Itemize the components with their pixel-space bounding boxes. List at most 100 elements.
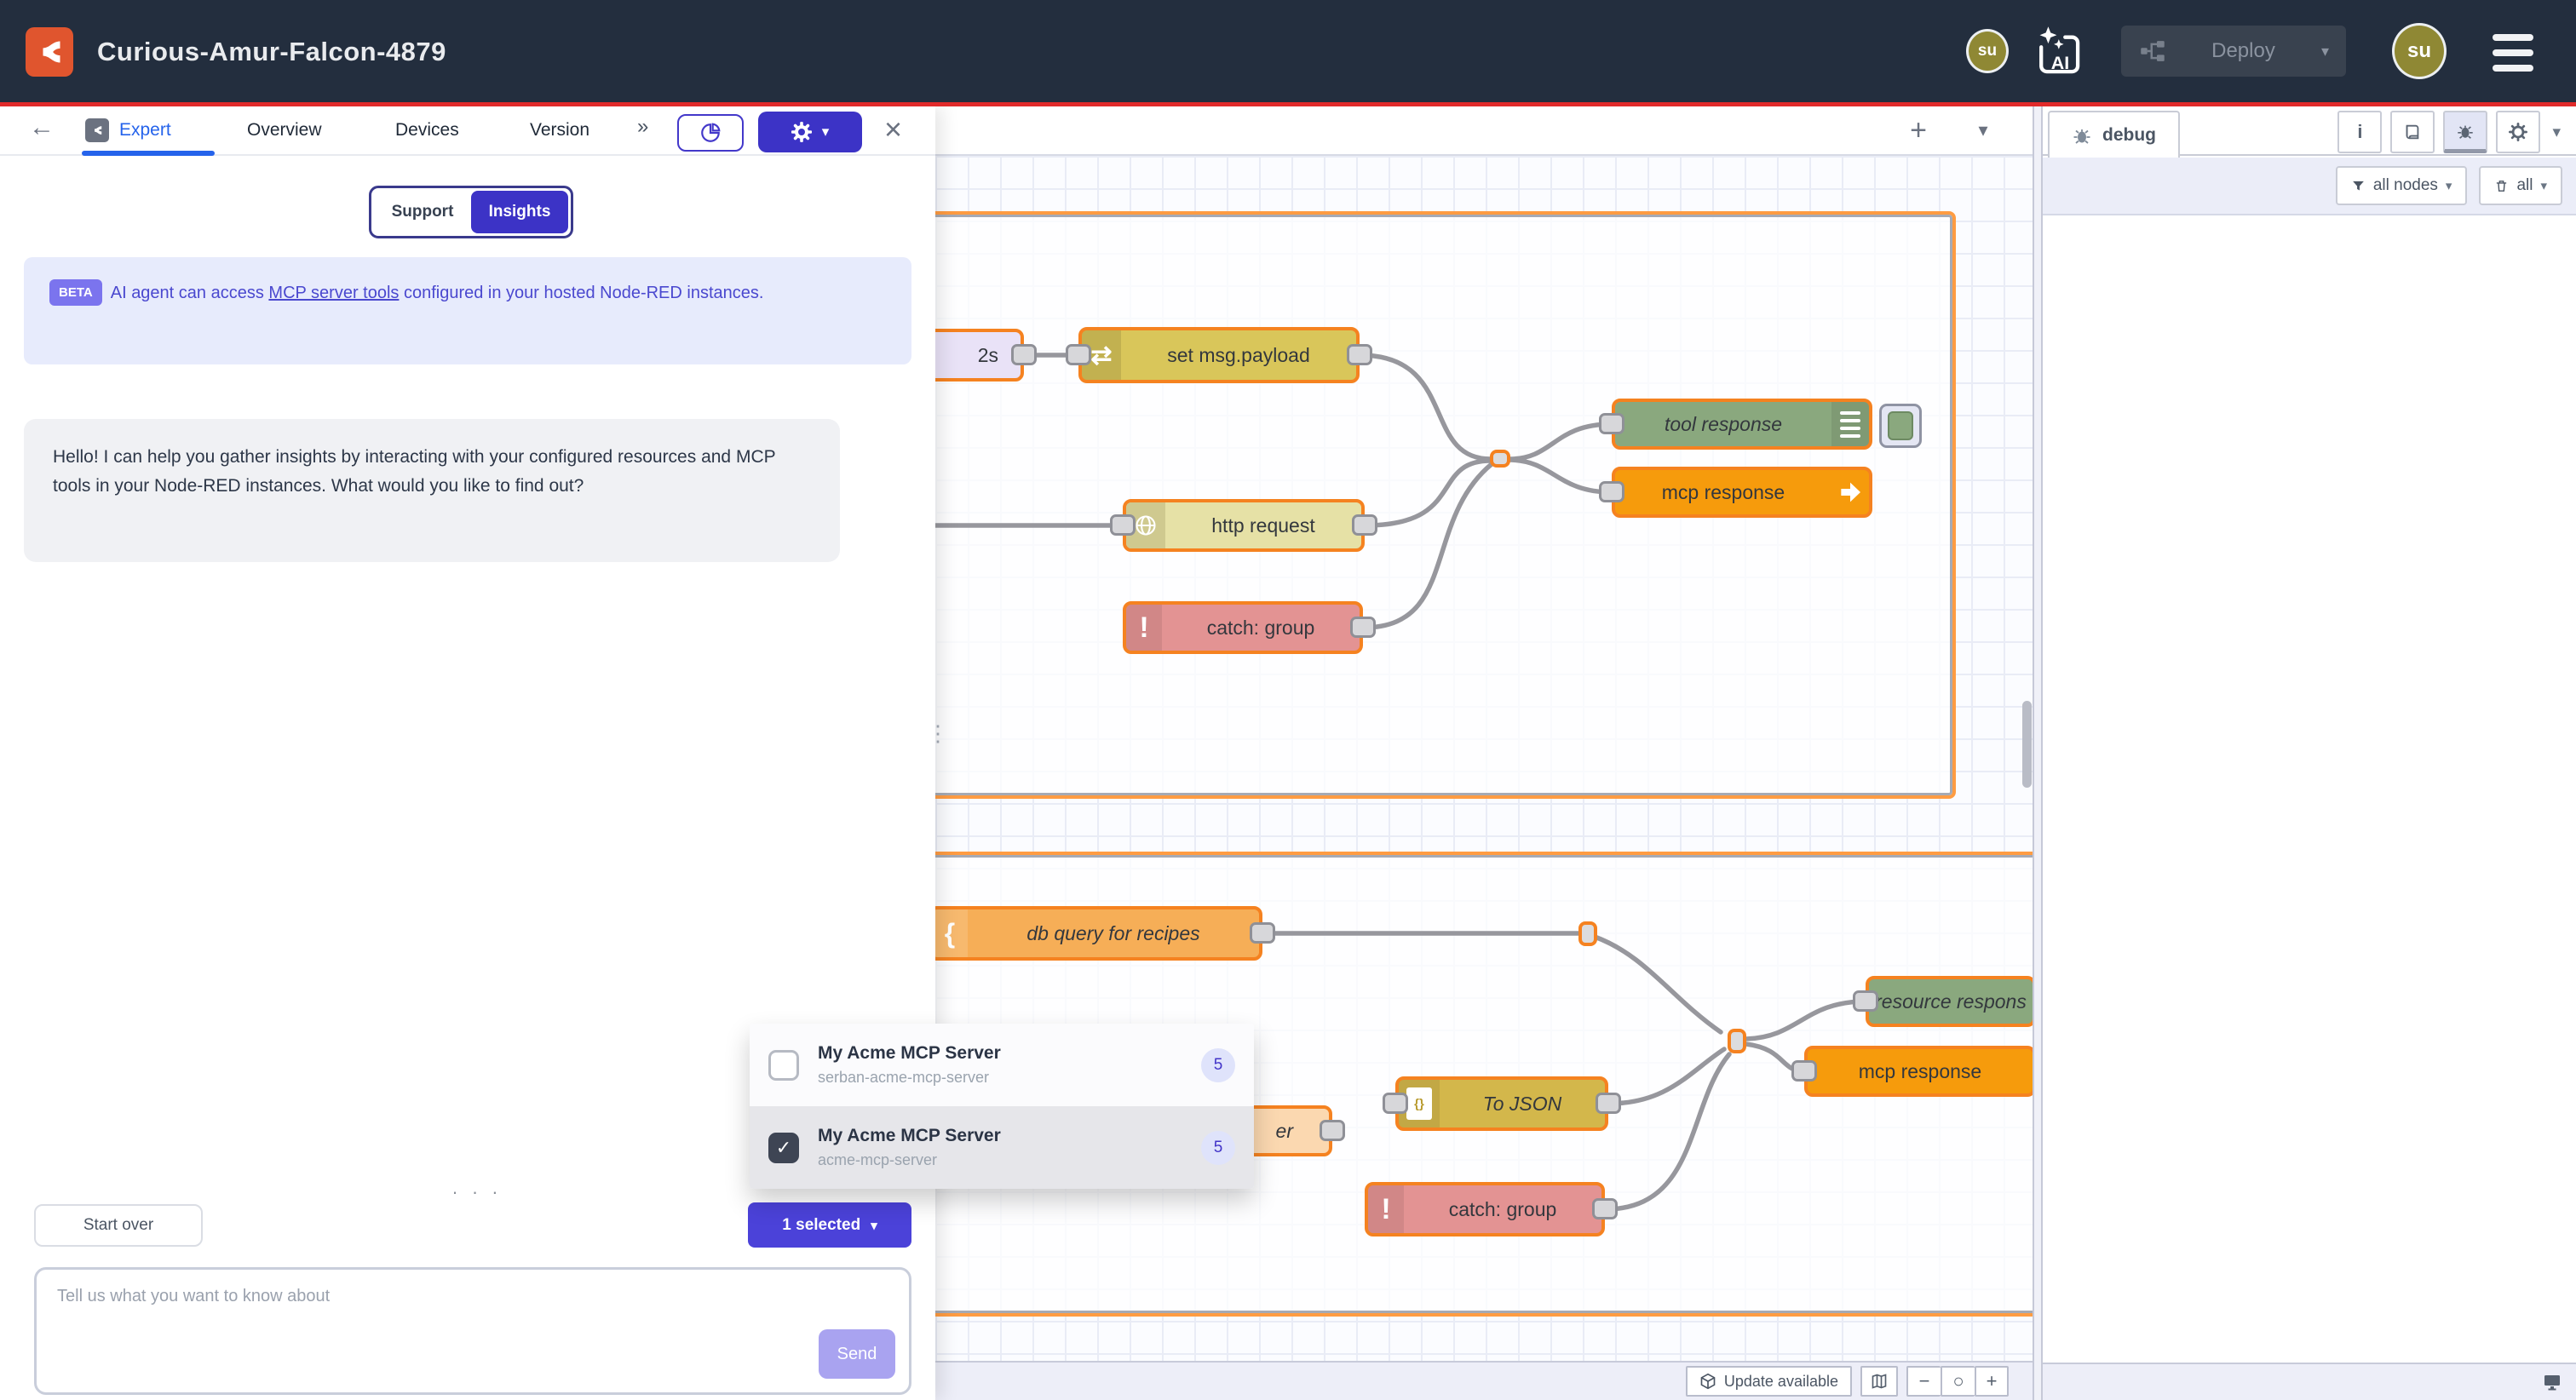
toggle-support[interactable]: Support bbox=[374, 191, 471, 233]
node-mcp-response-top[interactable]: mcp response bbox=[1612, 467, 1872, 518]
send-button[interactable]: Send bbox=[819, 1329, 895, 1379]
selected-servers-dropdown-button[interactable]: 1 selected ▾ bbox=[748, 1202, 911, 1248]
instance-title: Curious-Amur-Falcon-4879 bbox=[97, 0, 446, 103]
update-available-button[interactable]: Update available bbox=[1686, 1366, 1852, 1397]
node-change-set-msg-payload[interactable]: ⇄ set msg.payload bbox=[1078, 327, 1360, 383]
insights-chart-button[interactable] bbox=[677, 114, 744, 152]
assistant-settings-button[interactable]: ▾ bbox=[758, 112, 862, 152]
user-avatar-initials: su bbox=[2407, 39, 2431, 63]
mcp-server-option-text: My Acme MCP Server serban-acme-mcp-serve… bbox=[818, 1043, 1201, 1087]
mcp-server-title: My Acme MCP Server bbox=[818, 1126, 1201, 1146]
debug-sidebar-button[interactable] bbox=[2443, 111, 2487, 153]
port-out-to-json[interactable] bbox=[1596, 1093, 1621, 1114]
package-icon bbox=[1699, 1373, 1716, 1390]
bug-icon bbox=[2072, 125, 2092, 146]
brace-icon: { bbox=[935, 909, 968, 957]
port-out-catch-top[interactable] bbox=[1350, 617, 1376, 638]
debug-clear-button[interactable]: all ▾ bbox=[2479, 166, 2562, 205]
toggle-insights[interactable]: Insights bbox=[471, 191, 568, 233]
node-label: resource respons bbox=[1869, 990, 2033, 1013]
wire-junction-bottom-1[interactable] bbox=[1578, 921, 1597, 946]
deploy-caret-icon[interactable]: ▾ bbox=[2321, 43, 2329, 60]
debug-lines-icon bbox=[1831, 402, 1869, 446]
sidebar-menu-caret[interactable]: ▾ bbox=[2552, 123, 2561, 142]
zoom-reset-button[interactable]: ○ bbox=[1941, 1366, 1975, 1397]
node-label: mcp response bbox=[1808, 1060, 2033, 1083]
sidebar-splitter[interactable] bbox=[2033, 106, 2043, 1400]
node-catch-group-top[interactable]: ! catch: group bbox=[1123, 601, 1363, 654]
port-in-resource-response[interactable] bbox=[1853, 990, 1878, 1012]
add-flow-button[interactable]: + bbox=[1900, 112, 1937, 149]
wire-junction-top[interactable] bbox=[1490, 450, 1510, 468]
port-in-tool-response[interactable] bbox=[1599, 413, 1624, 434]
ai-assistant-button[interactable]: AI bbox=[2029, 24, 2087, 80]
checkbox-checked[interactable]: ✓ bbox=[768, 1133, 799, 1163]
presence-avatar-initials: su bbox=[1978, 42, 1997, 60]
toggle-support-label: Support bbox=[392, 203, 454, 221]
tab-overview[interactable]: Overview bbox=[247, 106, 322, 154]
ai-badge-text: AI bbox=[2051, 53, 2069, 73]
node-to-json[interactable]: {} To JSON bbox=[1395, 1076, 1608, 1131]
deploy-button[interactable]: Deploy ▾ bbox=[2121, 26, 2346, 77]
update-available-label: Update available bbox=[1724, 1373, 1838, 1391]
node-catch-group-bottom[interactable]: ! catch: group bbox=[1365, 1182, 1605, 1236]
mcp-server-option-1[interactable]: My Acme MCP Server serban-acme-mcp-serve… bbox=[750, 1024, 1254, 1106]
tab-expert[interactable]: Expert bbox=[85, 106, 171, 154]
close-panel-button[interactable]: × bbox=[884, 112, 902, 147]
zoom-out-button[interactable]: − bbox=[1906, 1366, 1941, 1397]
tool-count-badge: 5 bbox=[1201, 1131, 1235, 1165]
port-out-catch-bottom[interactable] bbox=[1592, 1198, 1618, 1219]
port-in-to-json[interactable] bbox=[1383, 1093, 1408, 1114]
tab-devices[interactable]: Devices bbox=[395, 106, 459, 154]
navigator-button[interactable] bbox=[1860, 1366, 1898, 1397]
flow-canvas[interactable]: 2s ⇄ set msg.payload http request tool r… bbox=[935, 106, 2033, 1400]
node-debug-tool-response[interactable]: tool response bbox=[1612, 399, 1872, 450]
port-in-mcp-response-top[interactable] bbox=[1599, 481, 1624, 502]
port-in-http[interactable] bbox=[1110, 514, 1136, 536]
tab-debug-label: debug bbox=[2102, 125, 2156, 146]
mcp-server-subtitle: acme-mcp-server bbox=[818, 1151, 1201, 1169]
presence-avatar[interactable]: su bbox=[1966, 29, 2009, 73]
node-db-query-for-recipes[interactable]: { db query for recipes bbox=[935, 906, 1262, 961]
tab-debug[interactable]: debug bbox=[2048, 111, 2180, 158]
port-out-db-query[interactable] bbox=[1250, 922, 1275, 944]
tab-overview-label: Overview bbox=[247, 120, 322, 141]
more-dots-indicator: · · · bbox=[443, 1181, 511, 1203]
debug-filter-button[interactable]: all nodes ▾ bbox=[2336, 166, 2468, 205]
mcp-server-option-2[interactable]: ✓ My Acme MCP Server acme-mcp-server 5 bbox=[750, 1106, 1254, 1189]
start-over-button[interactable]: Start over bbox=[34, 1204, 203, 1247]
port-out-mcp-server[interactable] bbox=[1320, 1120, 1345, 1141]
port-in-mcp-response-bottom[interactable] bbox=[1791, 1060, 1817, 1082]
beta-badge: BETA bbox=[49, 279, 102, 306]
zoom-controls: − ○ + bbox=[1906, 1366, 2009, 1397]
port-out-http[interactable] bbox=[1352, 514, 1377, 536]
zoom-in-button[interactable]: + bbox=[1975, 1366, 2009, 1397]
user-avatar[interactable]: su bbox=[2392, 23, 2447, 79]
mcp-server-dropdown: My Acme MCP Server serban-acme-mcp-serve… bbox=[750, 1024, 1254, 1189]
main-menu-button[interactable] bbox=[2493, 34, 2533, 72]
panel-resize-handle[interactable]: ⋮ bbox=[927, 726, 949, 743]
node-resource-response[interactable]: resource respons bbox=[1866, 976, 2033, 1027]
flow-list-menu-button[interactable]: ▾ bbox=[1964, 112, 2002, 149]
tab-version[interactable]: Version bbox=[530, 106, 589, 154]
wire-junction-bottom-2[interactable] bbox=[1728, 1029, 1746, 1053]
port-out-change[interactable] bbox=[1347, 344, 1372, 365]
port-in-change[interactable] bbox=[1066, 344, 1091, 365]
flowfuse-logo[interactable] bbox=[26, 27, 73, 77]
chat-input[interactable] bbox=[57, 1287, 739, 1372]
node-http-request[interactable]: http request bbox=[1123, 499, 1365, 552]
info-sidebar-button[interactable]: i bbox=[2337, 111, 2382, 153]
back-arrow-button[interactable]: ← bbox=[29, 113, 55, 142]
node-mcp-response-bottom[interactable]: mcp response bbox=[1804, 1046, 2033, 1097]
debug-enable-toggle[interactable] bbox=[1879, 404, 1922, 448]
support-insights-toggle: Support Insights bbox=[369, 186, 573, 238]
canvas-scrollbar[interactable] bbox=[2022, 701, 2032, 788]
tab-overflow-button[interactable]: » bbox=[637, 115, 648, 139]
app-header: Curious-Amur-Falcon-4879 su AI Deploy ▾ … bbox=[0, 0, 2576, 106]
checkbox-unchecked[interactable] bbox=[768, 1050, 799, 1081]
port-out-inject[interactable] bbox=[1011, 344, 1037, 365]
settings-sidebar-button[interactable] bbox=[2496, 111, 2540, 153]
mcp-server-tools-link[interactable]: MCP server tools bbox=[268, 284, 399, 302]
monitor-icon[interactable] bbox=[2542, 1372, 2562, 1392]
help-sidebar-button[interactable] bbox=[2390, 111, 2435, 153]
